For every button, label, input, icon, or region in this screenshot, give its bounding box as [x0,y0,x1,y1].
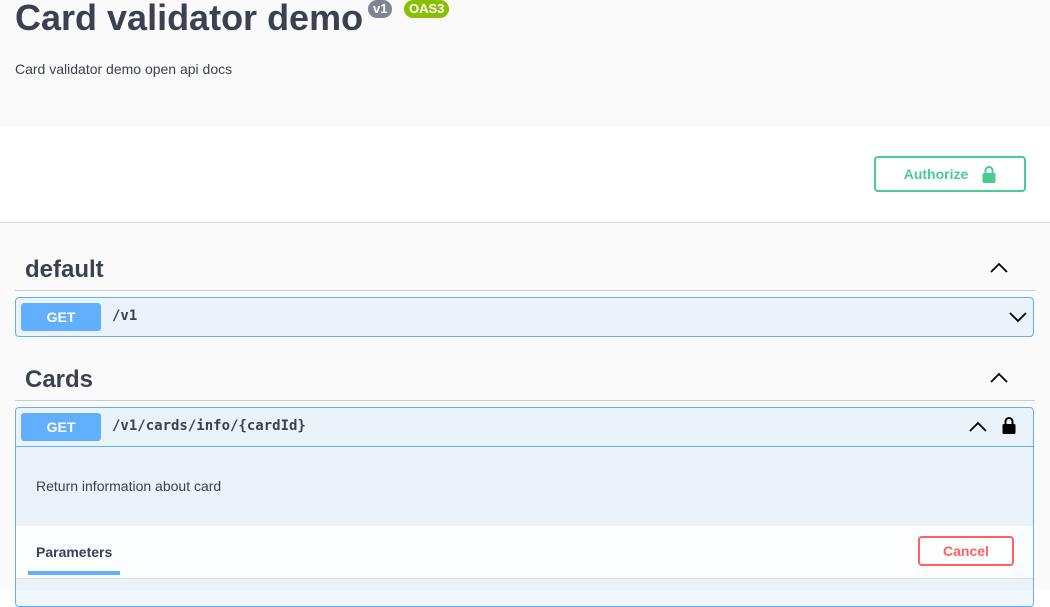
version-badge: v1 [368,0,393,18]
api-description: Card validator demo open api docs [15,61,233,77]
page-title: Card validator demo [15,0,364,38]
authorize-label: Authorize [903,166,969,182]
operation-path: /v1 [112,308,138,324]
api-info-header: Card validator demo v1 OAS3 Card validat… [0,0,1050,126]
operation-path: /v1/cards/info/{cardId} [112,418,306,434]
operation-summary[interactable]: GET /v1 [16,298,1033,336]
method-badge: GET [21,303,101,331]
method-badge: GET [21,413,101,441]
lock-icon[interactable] [1002,416,1016,434]
authorize-button[interactable]: Authorize [874,156,1026,192]
operation-description: Return information about card [36,478,222,494]
operation-get-v1[interactable]: GET /v1 [15,297,1034,337]
tag-default[interactable]: default [15,246,1035,291]
oas-badge: OAS3 [404,0,450,18]
tab-parameters[interactable]: Parameters [36,544,112,560]
chevron-up-icon[interactable] [969,420,987,434]
tab-active-indicator [28,571,120,575]
tag-title: Cards [25,366,94,393]
chevron-down-icon[interactable] [1009,310,1027,324]
lock-icon [982,166,996,183]
operation-summary[interactable]: GET /v1/cards/info/{cardId} [16,408,1033,447]
chevron-up-icon[interactable] [989,261,1009,275]
cancel-button[interactable]: Cancel [918,536,1014,566]
parameters-header: Parameters Cancel [16,526,1033,578]
divider [16,578,1033,579]
scheme-container: Authorize [0,126,1050,223]
tag-title: default [25,256,104,283]
operation-get-card-info[interactable]: GET /v1/cards/info/{cardId} Return infor… [15,407,1034,607]
chevron-up-icon[interactable] [989,371,1009,385]
tag-cards[interactable]: Cards [15,356,1035,401]
